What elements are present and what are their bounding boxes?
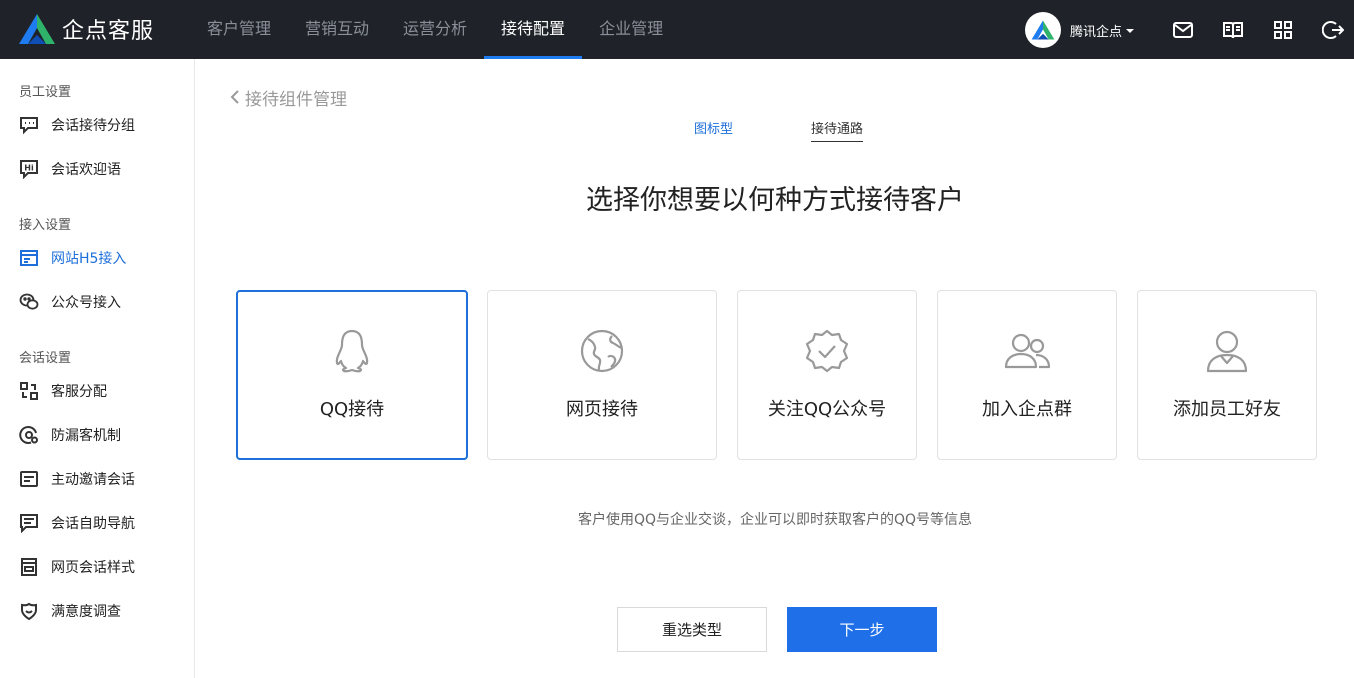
sidebar: 员工设置 会话接待分组 Hi 会话欢迎语 接入设置 网站H5接入 公众号接入 会… — [0, 59, 195, 678]
nav-reception-config[interactable]: 接待配置 — [484, 0, 583, 59]
sidebar-item-web-style[interactable]: 网页会话样式 — [19, 555, 189, 579]
main-nav: 客户管理 营销互动 运营分析 接待配置 企业管理 — [190, 0, 680, 59]
tab-reception-route[interactable]: 接待通路 — [811, 118, 864, 142]
app-logo[interactable]: 企点客服 — [18, 12, 154, 46]
next-step-button[interactable]: 下一步 — [787, 607, 937, 652]
logo-icon — [19, 14, 55, 44]
page-heading: 选择你想要以何种方式接待客户 — [586, 185, 964, 216]
sidebar-item-invite[interactable]: 主动邀请会话 — [19, 467, 189, 491]
nav-marketing-interaction[interactable]: 营销互动 — [288, 0, 386, 59]
sidebar-item-satisfaction[interactable]: 满意度调查 — [19, 599, 189, 623]
card-label: 加入企点群 — [982, 399, 1072, 420]
nav-operation-analysis[interactable]: 运营分析 — [386, 0, 484, 59]
card-label: 网页接待 — [566, 399, 638, 420]
globe-icon — [578, 327, 626, 375]
book-icon[interactable] — [1222, 19, 1244, 41]
sidebar-item-label: 会话接待分组 — [51, 118, 135, 134]
mail-icon[interactable] — [1172, 19, 1194, 41]
card-label: QQ接待 — [319, 399, 385, 420]
selection-description: 客户使用QQ与企业交谈，企业可以即时获取客户的QQ号等信息 — [577, 512, 973, 528]
avatar-logo-icon — [1031, 20, 1055, 40]
qq-penguin-icon — [328, 327, 376, 375]
user-name: 腾讯企点 — [1070, 24, 1123, 40]
svg-text:Hi: Hi — [24, 164, 34, 173]
distribution-icon — [19, 381, 39, 401]
chevron-left-icon — [230, 90, 239, 104]
card-join-qidian-group[interactable]: 加入企点群 — [937, 290, 1117, 460]
card-label: 关注QQ公众号 — [767, 399, 887, 420]
sidebar-item-chat-group[interactable]: 会话接待分组 — [19, 113, 189, 137]
top-bar: 企点客服 客户管理 营销互动 运营分析 接待配置 企业管理 腾讯企点 — [0, 0, 1354, 59]
section-title-session: 会话设置 — [19, 351, 72, 366]
sidebar-item-label: 客服分配 — [51, 384, 107, 400]
card-add-staff-friend[interactable]: 添加员工好友 — [1137, 290, 1317, 460]
group-icon — [1003, 327, 1051, 375]
nav-customer-management[interactable]: 客户管理 — [190, 0, 288, 59]
sidebar-item-label: 会话欢迎语 — [51, 162, 121, 178]
sidebar-item-official-account[interactable]: 公众号接入 — [19, 290, 189, 314]
sidebar-item-label: 网页会话样式 — [51, 560, 135, 576]
logout-icon[interactable] — [1321, 19, 1345, 41]
tab-icon-type[interactable]: 图标型 — [694, 118, 733, 142]
back-link[interactable]: 接待组件管理 — [230, 86, 347, 110]
app-name: 企点客服 — [62, 19, 155, 44]
satisfaction-icon — [19, 601, 39, 621]
sidebar-item-label: 防漏客机制 — [51, 428, 121, 444]
chat-group-icon — [19, 115, 39, 135]
card-web-reception[interactable]: 网页接待 — [487, 290, 717, 460]
reselect-type-button[interactable]: 重选类型 — [617, 607, 767, 652]
nav-enterprise-management[interactable]: 企业管理 — [582, 0, 680, 59]
apps-grid-icon[interactable] — [1272, 19, 1294, 41]
caret-down-icon — [1126, 29, 1135, 33]
card-qq-reception[interactable]: QQ接待 — [236, 290, 468, 460]
sidebar-item-anti-loss[interactable]: 防漏客机制 — [19, 423, 189, 447]
sidebar-item-distribution[interactable]: 客服分配 — [19, 379, 189, 403]
wechat-icon — [19, 292, 39, 312]
hi-icon: Hi — [19, 159, 39, 179]
card-follow-qq-official[interactable]: 关注QQ公众号 — [737, 290, 917, 460]
web-style-icon — [19, 557, 39, 577]
sidebar-item-label: 满意度调查 — [51, 604, 121, 620]
sidebar-item-website-h5[interactable]: 网站H5接入 — [19, 246, 189, 270]
avatar — [1025, 12, 1061, 48]
anti-loss-icon — [19, 425, 39, 445]
staff-icon — [1203, 327, 1251, 375]
sidebar-item-label: 网站H5接入 — [51, 251, 127, 267]
website-icon — [19, 248, 39, 268]
verified-badge-icon — [803, 327, 851, 375]
card-label: 添加员工好友 — [1173, 399, 1281, 420]
sidebar-item-label: 主动邀请会话 — [51, 472, 135, 488]
back-label: 接待组件管理 — [245, 89, 347, 110]
sidebar-item-label: 公众号接入 — [51, 295, 121, 311]
invite-icon — [19, 469, 39, 489]
section-title-staff: 员工设置 — [19, 85, 72, 100]
user-menu[interactable]: 腾讯企点 — [1025, 12, 1135, 48]
